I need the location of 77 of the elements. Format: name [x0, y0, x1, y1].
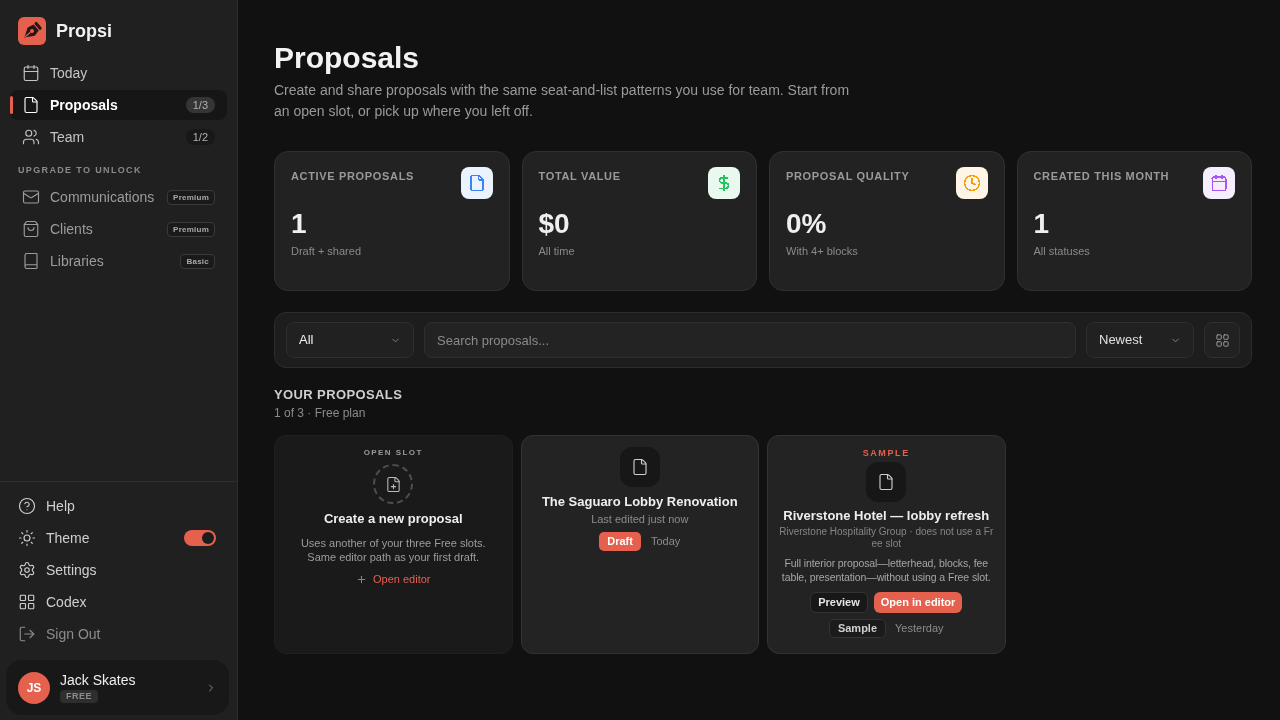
nav-item[interactable]: Proposals 1/3: [10, 90, 227, 120]
people-icon: [22, 128, 40, 146]
bag-icon: [22, 220, 40, 238]
plus-icon: [356, 573, 367, 585]
stat-caption: Draft + shared: [291, 244, 362, 259]
sidebar-link[interactable]: Codex: [18, 591, 87, 613]
stat-caption: All time: [538, 244, 576, 259]
card-title: Create a new proposal: [323, 510, 463, 527]
plan-badge: Premium: [167, 189, 215, 205]
locked-nav-item[interactable]: Libraries Basic: [10, 246, 227, 276]
calendar-icon: [22, 64, 40, 82]
dashed-file-plus-icon: [373, 464, 414, 504]
sidebar-link[interactable]: Sign Out: [18, 623, 101, 645]
count-badge: 1/3: [185, 97, 215, 113]
grid-icon: [18, 593, 36, 611]
avatar: JS: [18, 671, 50, 704]
card-date: Today: [650, 534, 681, 550]
document-icon: [22, 96, 40, 114]
settings-icon: [18, 561, 36, 579]
plan-badge: FREE: [60, 690, 99, 703]
card-date: Yesterday: [895, 621, 944, 637]
card-meta: Last edited just now: [591, 512, 689, 526]
open-editor-link[interactable]: Open editor: [356, 572, 431, 586]
card-title: Riverstone Hotel — lobby refresh: [783, 507, 990, 524]
preview-button[interactable]: Preview: [810, 592, 868, 613]
locked-nav-item[interactable]: Clients Premium: [10, 214, 227, 244]
sun-icon: [18, 529, 36, 547]
stat-value: 1: [1033, 208, 1051, 240]
card-eyebrow: OPEN SLOT: [363, 447, 423, 459]
card-description: Full interior proposal—letterhead, blocks, fee table, presentation—without using a Free slot.: [780, 556, 992, 584]
stat-value: $0: [538, 208, 571, 240]
pen-nib-logo-icon: [18, 17, 46, 45]
grid-view-button[interactable]: [1204, 322, 1240, 358]
document-tile-icon: [619, 447, 660, 487]
page-description: Create and share proposals with the same seat-and-list patterns you use for team. Start from an open slot, or pick up where you left off.: [274, 81, 851, 121]
sidebar-link[interactable]: Settings: [18, 559, 97, 581]
stat-label: ACTIVE PROPOSALS: [291, 169, 415, 184]
help-icon: [18, 497, 36, 515]
nav-item[interactable]: Today: [10, 58, 227, 88]
status-badge: Draft: [599, 532, 641, 551]
stat-label: PROPOSAL QUALITY: [786, 169, 910, 184]
grid-icon: [1214, 332, 1230, 348]
user-name: Jack Skates: [60, 672, 136, 689]
stat-value: 0%: [786, 208, 828, 240]
proposal-card[interactable]: The Saguaro Lobby Renovation Last edited just now Draft Today: [520, 435, 759, 654]
sidebar-link[interactable]: Theme: [18, 527, 90, 549]
stat-caption: All statuses: [1033, 244, 1091, 259]
card-description: Uses another of your three Free slots. Same editor path as your first draft.: [299, 536, 487, 564]
nav-item[interactable]: Team 1/2: [10, 122, 227, 152]
stat-label: CREATED THIS MONTH: [1033, 169, 1170, 184]
status-badge: Sample: [828, 619, 887, 638]
sign-out-icon: [18, 625, 36, 643]
sort-select[interactable]: Newest: [1086, 322, 1194, 358]
user-card[interactable]: JS Jack Skates FREE: [6, 660, 229, 715]
count-badge: 1/2: [185, 129, 215, 145]
document-tile-icon: [866, 462, 907, 502]
stat-label: TOTAL VALUE: [538, 169, 621, 184]
envelope-icon: [22, 188, 40, 206]
page-title: Proposals: [274, 40, 420, 76]
section-heading: UPGRADE TO UNLOCK: [18, 164, 142, 176]
locked-nav-item[interactable]: Communications Premium: [10, 182, 227, 212]
stat-value: 1: [291, 208, 308, 240]
section-subheading: 1 of 3 · Free plan: [274, 405, 366, 421]
section-heading: YOUR PROPOSALS: [274, 386, 403, 404]
plan-badge: Basic: [180, 253, 215, 269]
card-meta: Riverstone Hospitality Group · does not use a Free slot: [778, 526, 995, 550]
status-select[interactable]: All: [286, 322, 414, 358]
card-eyebrow: SAMPLE: [862, 447, 910, 459]
card-title: The Saguaro Lobby Renovation: [541, 493, 738, 510]
plan-badge: Premium: [167, 221, 215, 237]
sidebar-link[interactable]: Help: [18, 495, 75, 517]
stat-caption: With 4+ blocks: [786, 244, 859, 259]
book-icon: [22, 252, 40, 270]
search-field[interactable]: Search proposals...: [424, 322, 1076, 358]
active-indicator: [10, 96, 13, 114]
brand-name: Propsi: [56, 20, 112, 42]
theme-toggle[interactable]: [184, 530, 216, 546]
